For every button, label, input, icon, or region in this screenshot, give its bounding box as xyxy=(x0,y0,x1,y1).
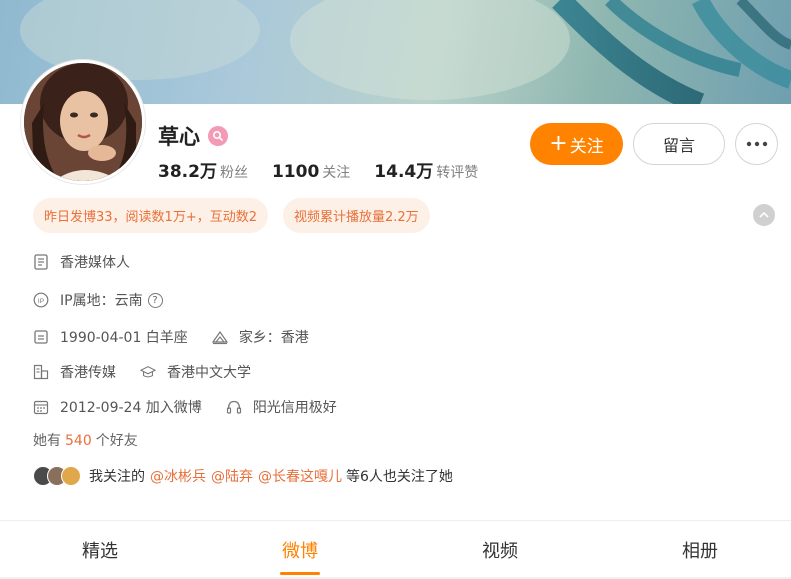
follow-label: 关注 xyxy=(569,136,604,157)
stat-label: 关注 xyxy=(322,165,351,181)
stat-number: 14.4万 xyxy=(374,162,434,182)
tab-featured[interactable]: 精选 xyxy=(60,521,140,578)
follow-button[interactable]: + 关注 xyxy=(530,123,623,165)
calendar-grid-icon xyxy=(33,399,49,415)
info-birthday-hometown: 1990-04-01 白羊座 家乡：香港 xyxy=(33,326,309,348)
video-pill[interactable]: 视频累计播放量2.2万 xyxy=(282,198,430,233)
mutual-suffix: 等6人也关注了她 xyxy=(346,469,453,485)
tab-label: 视频 xyxy=(482,540,518,562)
more-dots-icon xyxy=(746,141,767,147)
stat-label: 粉丝 xyxy=(219,165,248,181)
verified-v-icon[interactable] xyxy=(208,126,228,146)
name-row: 草心 xyxy=(158,121,228,151)
friends-number: 540 xyxy=(65,433,92,449)
chevron-up-icon xyxy=(759,212,769,218)
info-joined-credit: 2012-09-24 加入微博 阳光信用极好 xyxy=(33,396,337,418)
stats-row: 38.2万 粉丝 1100 关注 14.4万 转评赞 xyxy=(158,157,502,183)
bio-text: 香港媒体人 xyxy=(60,255,130,271)
tab-label: 微博 xyxy=(282,540,318,562)
stat-following[interactable]: 1100 关注 xyxy=(272,162,350,182)
friends-count[interactable]: 她有 540 个好友 xyxy=(33,430,138,450)
mutual-user-link[interactable]: @长春这嘎儿 xyxy=(258,466,342,486)
friends-prefix: 她有 xyxy=(33,433,61,449)
mutual-follows: 我关注的 @冰彬兵 @陆弃 @长春这嘎儿 等6人也关注了她 xyxy=(33,464,453,488)
tab-video[interactable]: 视频 xyxy=(460,521,540,578)
help-icon[interactable]: ? xyxy=(147,292,163,308)
credit-icon xyxy=(226,399,242,415)
stat-fans[interactable]: 38.2万 粉丝 xyxy=(158,157,248,182)
message-button[interactable]: 留言 xyxy=(633,123,725,165)
mutual-user-link[interactable]: @陆弃 xyxy=(211,466,253,486)
credit-text: 阳光信用极好 xyxy=(252,400,337,416)
friends-suffix: 个好友 xyxy=(95,433,138,449)
mutual-avatars[interactable] xyxy=(33,466,81,486)
plus-icon: + xyxy=(549,131,568,156)
info-bio: 香港媒体人 xyxy=(33,251,130,273)
activity-pill[interactable]: 昨日发博33，阅读数1万+，互动数2 xyxy=(33,198,268,233)
mutual-prefix: 我关注的 xyxy=(89,469,145,485)
mutual-user-link[interactable]: @冰彬兵 xyxy=(150,466,206,486)
school-icon xyxy=(140,364,156,380)
svg-text:IP: IP xyxy=(38,298,44,305)
stats-pills: 昨日发博33，阅读数1万+，互动数2 视频累计播放量2.2万 xyxy=(33,198,445,233)
stat-label: 转评赞 xyxy=(436,165,479,181)
company-text: 香港传媒 xyxy=(60,365,116,381)
stat-interactions: 14.4万 转评赞 xyxy=(374,157,478,182)
stat-number: 38.2万 xyxy=(158,162,217,182)
profile-tabs: 精选 微博 视频 相册 xyxy=(0,520,791,579)
document-icon xyxy=(33,254,49,270)
calendar-icon xyxy=(33,329,49,345)
profile-page: 草心 38.2万 粉丝 1100 关注 14.4万 转评赞 + 关注 留言 昨日… xyxy=(0,0,791,579)
school-text: 香港中文大学 xyxy=(167,365,251,381)
avatar xyxy=(61,466,81,486)
user-name: 草心 xyxy=(158,125,200,149)
stat-number: 1100 xyxy=(271,162,320,182)
more-button[interactable] xyxy=(735,123,778,165)
tab-album[interactable]: 相册 xyxy=(660,521,740,578)
ip-icon: IP xyxy=(33,292,49,308)
hometown-icon xyxy=(211,329,228,345)
hometown-text: 家乡：香港 xyxy=(238,330,309,346)
tab-weibo[interactable]: 微博 xyxy=(260,521,340,578)
company-icon xyxy=(33,364,49,380)
joined-text: 2012-09-24 加入微博 xyxy=(60,400,202,416)
info-company-school: 香港传媒 香港中文大学 xyxy=(33,361,251,383)
tab-label: 精选 xyxy=(82,540,118,562)
active-tab-indicator xyxy=(280,572,320,575)
message-label: 留言 xyxy=(662,136,695,155)
info-ip: IP IP属地：云南 ? xyxy=(33,289,163,311)
birthday-text: 1990-04-01 白羊座 xyxy=(60,330,188,346)
ip-text: IP属地：云南 xyxy=(60,293,143,309)
tab-label: 相册 xyxy=(682,540,718,562)
avatar[interactable] xyxy=(21,60,145,184)
collapse-button[interactable] xyxy=(753,204,775,226)
